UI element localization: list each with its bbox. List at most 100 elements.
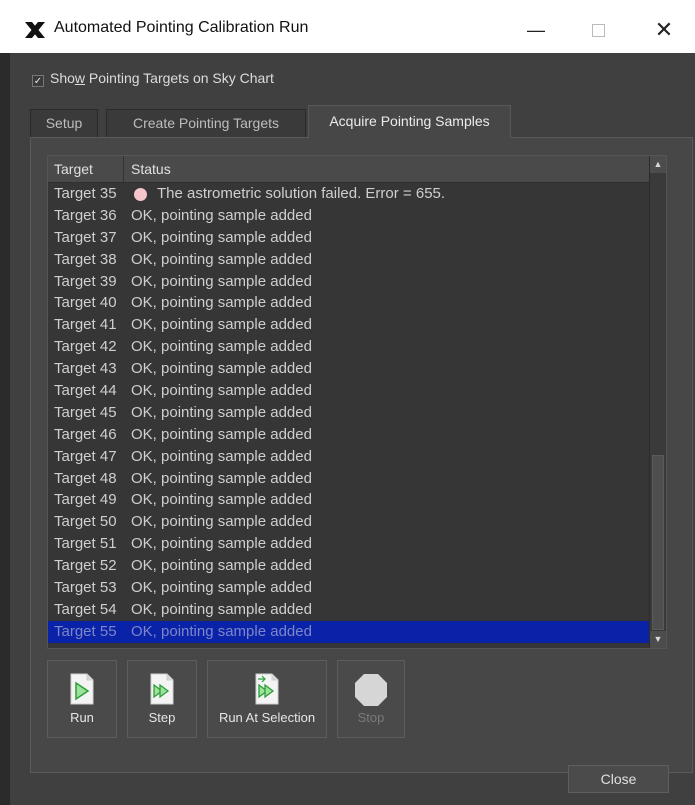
target-cell: Target 53	[54, 579, 117, 597]
status-cell: OK, pointing sample added	[131, 557, 312, 575]
status-cell: OK, pointing sample added	[131, 360, 312, 378]
scroll-up-arrow-icon[interactable]: ▲	[650, 156, 666, 173]
close-window-button[interactable]: ✕	[644, 12, 684, 48]
maximize-button[interactable]	[578, 12, 618, 48]
error-status-icon	[134, 188, 147, 201]
target-cell: Target 49	[54, 491, 117, 509]
target-cell: Target 41	[54, 316, 117, 334]
table-row[interactable]: Target 38 OK, pointing sample added	[48, 249, 650, 271]
checkbox-check-icon: ✓	[32, 75, 44, 87]
window-title: Automated Pointing Calibration Run	[54, 19, 309, 36]
table-row[interactable]: Target 43 OK, pointing sample added	[48, 358, 650, 380]
status-cell: OK, pointing sample added	[131, 513, 312, 531]
status-cell: OK, pointing sample added	[131, 535, 312, 553]
table-row[interactable]: Target 40 OK, pointing sample added	[48, 292, 650, 314]
scrollbar-thumb[interactable]	[652, 455, 664, 630]
table-row[interactable]: Target 41 OK, pointing sample added	[48, 314, 650, 336]
samples-table[interactable]: Target Status Target 35 The astrometric s…	[47, 155, 667, 649]
status-cell: OK, pointing sample added	[131, 250, 312, 268]
table-row[interactable]: Target 42 OK, pointing sample added	[48, 336, 650, 358]
status-cell: OK, pointing sample added	[131, 206, 312, 224]
target-cell: Target 44	[54, 382, 117, 400]
status-cell: OK, pointing sample added	[131, 272, 312, 290]
acquire-samples-panel: Target Status Target 35 The astrometric s…	[30, 137, 693, 773]
dialog-body: ✓ Show Pointing Targets on Sky Chart Setu…	[10, 53, 695, 805]
target-cell: Target 39	[54, 272, 117, 290]
table-row[interactable]: Target 37 OK, pointing sample added	[48, 227, 650, 249]
table-row[interactable]: Target 47 OK, pointing sample added	[48, 446, 650, 468]
target-cell: Target 43	[54, 360, 117, 378]
status-cell: OK, pointing sample added	[131, 600, 312, 618]
status-cell: OK, pointing sample added	[131, 447, 312, 465]
target-cell: Target 50	[54, 513, 117, 531]
target-cell: Target 48	[54, 469, 117, 487]
run-button[interactable]: Run	[47, 660, 117, 738]
table-row[interactable]: Target 50 OK, pointing sample added	[48, 511, 650, 533]
run-document-icon	[70, 673, 94, 705]
table-row[interactable]: Target 52 OK, pointing sample added	[48, 555, 650, 577]
step-button[interactable]: Step	[127, 660, 197, 738]
target-cell: Target 51	[54, 535, 117, 553]
tab-setup[interactable]: Setup	[30, 109, 98, 137]
target-cell: Target 35	[54, 185, 117, 202]
show-pointing-targets-checkbox[interactable]: ✓ Show Pointing Targets on Sky Chart	[32, 70, 274, 87]
table-body: Target 35 The astrometric solution failed…	[48, 183, 650, 643]
status-cell: OK, pointing sample added	[131, 382, 312, 400]
table-row[interactable]: Target 55 OK, pointing sample added	[48, 620, 650, 643]
table-row[interactable]: Target 44 OK, pointing sample added	[48, 380, 650, 402]
target-cell: Target 47	[54, 447, 117, 465]
target-cell: Target 55	[54, 622, 117, 640]
status-cell: OK, pointing sample added	[131, 622, 312, 640]
status-cell: OK, pointing sample added	[131, 228, 312, 246]
status-cell: OK, pointing sample added	[131, 491, 312, 509]
table-row[interactable]: Target 53 OK, pointing sample added	[48, 577, 650, 599]
close-button[interactable]: Close	[568, 765, 669, 793]
table-row[interactable]: Target 48 OK, pointing sample added	[48, 468, 650, 490]
stop-octagon-icon	[355, 674, 387, 706]
target-cell: Target 45	[54, 403, 117, 421]
run-at-selection-button-label: Run At Selection	[218, 710, 316, 725]
target-cell: Target 42	[54, 338, 117, 356]
x-logo-icon	[25, 22, 45, 38]
column-header-target[interactable]: Target	[48, 156, 124, 182]
minimize-button[interactable]: —	[516, 12, 556, 48]
status-cell: OK, pointing sample added	[131, 403, 312, 421]
target-cell: Target 37	[54, 228, 117, 246]
step-button-label: Step	[148, 710, 176, 725]
target-cell: Target 54	[54, 600, 117, 618]
table-row[interactable]: Target 51 OK, pointing sample added	[48, 533, 650, 555]
checkbox-label-mnemonic: w	[74, 70, 86, 86]
scroll-down-arrow-icon[interactable]: ▼	[650, 631, 666, 648]
run-at-selection-document-icon	[255, 673, 279, 705]
table-row[interactable]: Target 54 OK, pointing sample added	[48, 599, 650, 621]
checkbox-label-prefix: Sho	[50, 70, 75, 86]
table-row[interactable]: Target 36 OK, pointing sample added	[48, 205, 650, 227]
target-cell: Target 52	[54, 557, 117, 575]
stop-button[interactable]: Stop	[337, 660, 405, 738]
status-cell: OK, pointing sample added	[131, 579, 312, 597]
table-row[interactable]: Target 35 The astrometric solution failed…	[48, 183, 650, 205]
status-cell: OK, pointing sample added	[131, 425, 312, 443]
target-cell: Target 38	[54, 250, 117, 268]
step-document-icon	[150, 673, 174, 705]
maximize-icon	[591, 24, 605, 38]
table-row[interactable]: Target 45 OK, pointing sample added	[48, 402, 650, 424]
status-cell: OK, pointing sample added	[131, 469, 312, 487]
column-header-status[interactable]: Status	[125, 156, 171, 182]
status-cell: OK, pointing sample added	[131, 338, 312, 356]
table-row[interactable]: Target 46 OK, pointing sample added	[48, 424, 650, 446]
checkbox-label-suffix: Pointing Targets on Sky Chart	[85, 70, 274, 86]
tab-acquire-pointing-samples[interactable]: Acquire Pointing Samples	[308, 105, 511, 138]
vertical-scrollbar[interactable]: ▲ ▼	[649, 156, 666, 648]
status-cell: The astrometric solution failed. Error =…	[157, 185, 446, 202]
table-row[interactable]: Target 39 OK, pointing sample added	[48, 271, 650, 293]
table-row[interactable]: Target 49 OK, pointing sample added	[48, 489, 650, 511]
tab-create-pointing-targets[interactable]: Create Pointing Targets	[106, 109, 306, 137]
title-bar: Automated Pointing Calibration Run — ✕	[10, 0, 695, 53]
run-at-selection-button[interactable]: Run At Selection	[207, 660, 327, 738]
stop-button-label: Stop	[357, 710, 385, 725]
background-strip	[0, 53, 10, 805]
target-cell: Target 46	[54, 425, 117, 443]
run-button-label: Run	[70, 710, 94, 725]
target-cell: Target 36	[54, 206, 117, 224]
